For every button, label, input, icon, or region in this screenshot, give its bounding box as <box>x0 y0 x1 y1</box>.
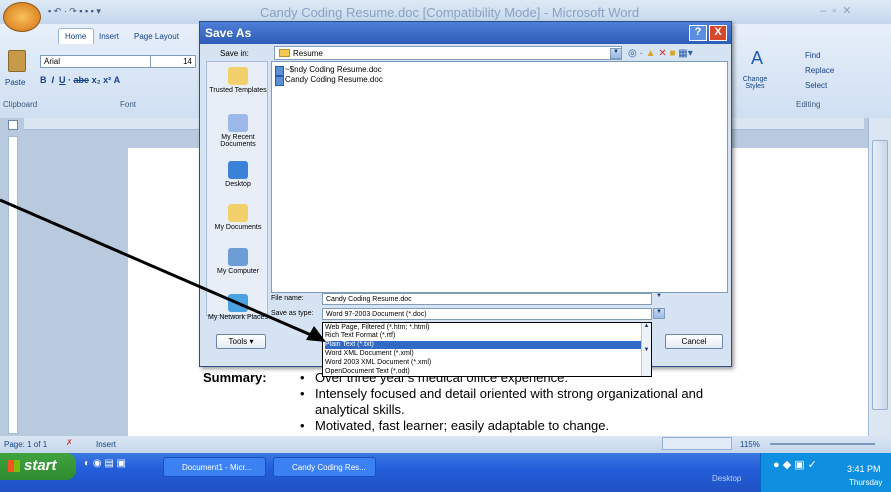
summary-line: analytical skills. <box>315 402 405 417</box>
tray-icons[interactable]: ● ◆ ▣ ✓ <box>773 458 817 471</box>
window-title: Candy Coding Resume.doc [Compatibility M… <box>260 5 640 20</box>
place-trusted-templates[interactable]: Trusted Templates <box>207 67 269 94</box>
window-controls[interactable]: – ▫ ✕ <box>820 4 851 17</box>
paste-icon[interactable] <box>8 50 26 72</box>
save-in-dropdown[interactable]: Resume <box>274 46 622 60</box>
type-option[interactable]: Word 2003 XML Document (*.xml) <box>325 359 641 367</box>
tab-insert[interactable]: Insert <box>99 32 119 41</box>
clock-day: Thursday <box>849 478 883 487</box>
status-bar: Page: 1 of 1 ✗ Insert 115% <box>0 436 891 453</box>
vertical-scrollbar[interactable] <box>868 118 891 436</box>
select-button[interactable]: Select <box>793 81 827 90</box>
place-my-documents[interactable]: My Documents <box>207 204 269 231</box>
place-desktop[interactable]: Desktop <box>207 161 269 188</box>
replace-button[interactable]: Replace <box>793 66 834 75</box>
find-button[interactable]: Find <box>793 51 821 60</box>
scroll-thumb[interactable] <box>872 140 888 410</box>
taskbar-item-candy-resume[interactable]: Candy Coding Res... <box>273 457 376 477</box>
taskbar-item-document1[interactable]: Document1 - Micr... <box>163 457 266 477</box>
computer-icon <box>228 248 248 266</box>
view-buttons[interactable] <box>662 437 732 450</box>
bullet: • <box>300 386 305 401</box>
clock-time: 3:41 PM <box>847 464 881 474</box>
chevron-down-icon[interactable]: ▼ <box>610 48 622 59</box>
close-button[interactable]: X <box>709 25 727 41</box>
start-label: start <box>24 457 57 474</box>
network-icon <box>228 294 248 312</box>
save-type-label: Save as type: <box>271 310 314 317</box>
summary-line: Motivated, fast learner; easily adaptabl… <box>315 418 610 433</box>
change-styles-button[interactable]: Change Styles <box>737 76 773 90</box>
place-recent-documents[interactable]: My Recent Documents <box>207 114 269 148</box>
bullet: • <box>300 370 305 385</box>
zoom-level[interactable]: 115% <box>740 440 760 449</box>
quick-launch-icons[interactable]: ◐ ◉ ▤ ▣ <box>84 458 126 469</box>
toolbar-icons[interactable]: ◎ · ▲ ✕ ■ ▦▾ <box>628 48 693 59</box>
spelling-icon[interactable]: ✗ <box>66 438 73 447</box>
summary-label: Summary: <box>203 370 267 385</box>
status-insert[interactable]: Insert <box>96 440 116 449</box>
save-type-list: Web Page, Filtered (*.htm; *.html) Rich … <box>322 322 652 377</box>
windows-logo-icon <box>8 460 20 472</box>
type-option[interactable]: Rich Text Format (*.rtf) <box>325 332 641 340</box>
type-option[interactable]: Word XML Document (*.xml) <box>325 350 641 358</box>
list-item[interactable]: ~$ndy Coding Resume.doc <box>275 65 382 76</box>
file-list: ~$ndy Coding Resume.doc Candy Coding Res… <box>271 61 728 293</box>
folder-icon <box>228 67 248 85</box>
places-bar: Trusted Templates My Recent Documents De… <box>206 61 269 321</box>
place-my-network[interactable]: My Network Places <box>207 294 269 322</box>
type-option[interactable]: Web Page, Filtered (*.htm; *.html) <box>325 324 641 332</box>
office-button[interactable] <box>3 2 41 32</box>
zoom-slider[interactable] <box>770 443 875 445</box>
desktop-label[interactable]: Desktop <box>712 474 741 483</box>
file-name-input[interactable]: Candy Coding Resume.doc <box>322 293 652 305</box>
file-name-dropdown-icon[interactable]: ▼ <box>653 293 665 304</box>
system-tray: ● ◆ ▣ ✓ 3:41 PM Thursday <box>760 453 891 492</box>
save-type-select[interactable]: Word 97-2003 Document (*.doc) <box>322 308 652 320</box>
start-button[interactable]: start <box>0 453 76 480</box>
status-page[interactable]: Page: 1 of 1 <box>4 440 47 449</box>
paste-button[interactable]: Paste <box>5 78 25 87</box>
dialog-title: Save As <box>200 22 731 44</box>
folder-icon <box>279 49 290 57</box>
help-button[interactable]: ? <box>689 25 707 41</box>
save-in-label: Save in: <box>220 49 249 58</box>
ruler-toggle-icon[interactable] <box>8 120 18 130</box>
summary-line: Intensely focused and detail oriented wi… <box>315 386 704 401</box>
tab-page-layout[interactable]: Page Layout <box>134 32 179 41</box>
recent-documents-icon <box>228 114 248 132</box>
vertical-ruler <box>8 136 18 434</box>
save-in-value: Resume <box>293 49 323 58</box>
save-as-dialog: Save As ? X Save in: Resume ▼ ◎ · ▲ ✕ ■ … <box>199 21 732 377</box>
file-name-label: File name: <box>271 295 304 302</box>
editing-group-label: Editing <box>796 100 821 109</box>
format-buttons[interactable]: B I U · abe x₂ x² A <box>40 75 120 85</box>
change-styles-icon[interactable]: A <box>751 48 763 69</box>
type-option-selected[interactable]: Plain Text (*.txt) <box>325 341 641 349</box>
font-size-box[interactable]: 14 <box>150 55 196 68</box>
clipboard-group-label: Clipboard <box>3 100 38 109</box>
type-option[interactable]: OpenDocument Text (*.odt) <box>325 368 641 376</box>
font-name-box[interactable]: Arial <box>40 55 152 68</box>
list-item[interactable]: Candy Coding Resume.doc <box>275 75 383 86</box>
tab-home-label[interactable]: Home <box>65 32 86 41</box>
save-type-dropdown-icon[interactable]: ▼ <box>653 308 665 319</box>
my-documents-icon <box>228 204 248 222</box>
font-group-label: Font <box>120 100 137 109</box>
bullet: • <box>300 418 305 433</box>
cancel-button[interactable]: Cancel <box>665 334 723 349</box>
place-my-computer[interactable]: My Computer <box>207 248 269 275</box>
taskbar <box>0 453 891 492</box>
desktop-icon <box>228 161 248 179</box>
list-scrollbar[interactable]: ▲ ▼ <box>641 323 651 376</box>
quick-access-toolbar[interactable]: ▪ ↶ · ↷ ▪ ▪ ▪ ▾ <box>48 6 198 18</box>
tools-button[interactable]: Tools ▾ <box>216 334 266 349</box>
